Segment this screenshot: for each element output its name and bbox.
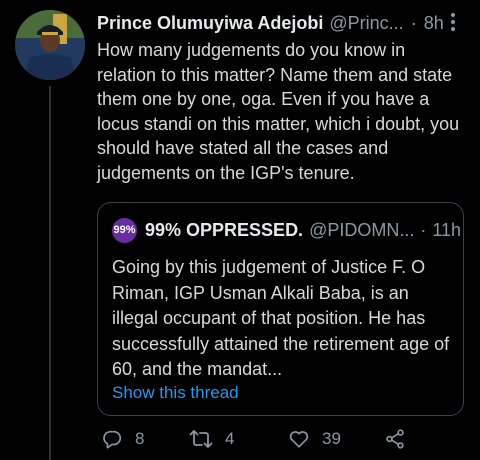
tweet[interactable]: Prince Olumuyiwa Adejobi @Princ... · 8h …: [0, 0, 480, 460]
quoted-tweet-time: 11h: [432, 219, 462, 240]
tweet-time[interactable]: 8h: [424, 13, 444, 34]
share-icon: [386, 429, 404, 449]
quoted-tweet-header: 99% 99% OPPRESSED. @PIDOMN... · 11h: [112, 217, 461, 243]
retweet-count: 4: [225, 429, 235, 448]
heart-icon: [289, 431, 309, 448]
retweet-icon: [189, 430, 213, 448]
retweet-button[interactable]: 4: [189, 428, 234, 450]
tweet-header: Prince Olumuyiwa Adejobi @Princ... · 8h: [97, 10, 470, 36]
reply-icon: [103, 430, 122, 449]
avatar-column: [15, 10, 85, 80]
like-button[interactable]: 39: [288, 428, 341, 450]
avatar-photo: [15, 10, 85, 80]
avatar[interactable]: [15, 10, 85, 80]
separator-dot: ·: [410, 12, 417, 33]
quoted-author-handle: @PIDOMN...: [309, 219, 415, 240]
author-handle[interactable]: @Princ...: [329, 13, 403, 34]
quoted-tweet[interactable]: 99% 99% OPPRESSED. @PIDOMN... · 11h Goin…: [97, 202, 464, 416]
like-count: 39: [322, 429, 341, 448]
quoted-avatar: 99%: [112, 217, 137, 243]
quoted-author-name: 99% OPPRESSED.: [145, 219, 304, 240]
reply-count: 8: [135, 429, 145, 448]
reply-button[interactable]: 8: [101, 428, 144, 450]
share-button[interactable]: [384, 428, 406, 450]
quoted-separator-dot: ·: [420, 219, 427, 240]
thread-line: [49, 86, 51, 460]
action-bar: 8 4 39: [101, 428, 421, 454]
tweet-text: How many judgements do you know in relat…: [97, 40, 460, 183]
quoted-tweet-text: Going by this judgement of Justice F. O …: [112, 257, 450, 379]
author-name[interactable]: Prince Olumuyiwa Adejobi: [97, 13, 323, 34]
show-thread-link[interactable]: Show this thread: [112, 383, 239, 403]
more-vertical-icon[interactable]: [450, 12, 456, 36]
